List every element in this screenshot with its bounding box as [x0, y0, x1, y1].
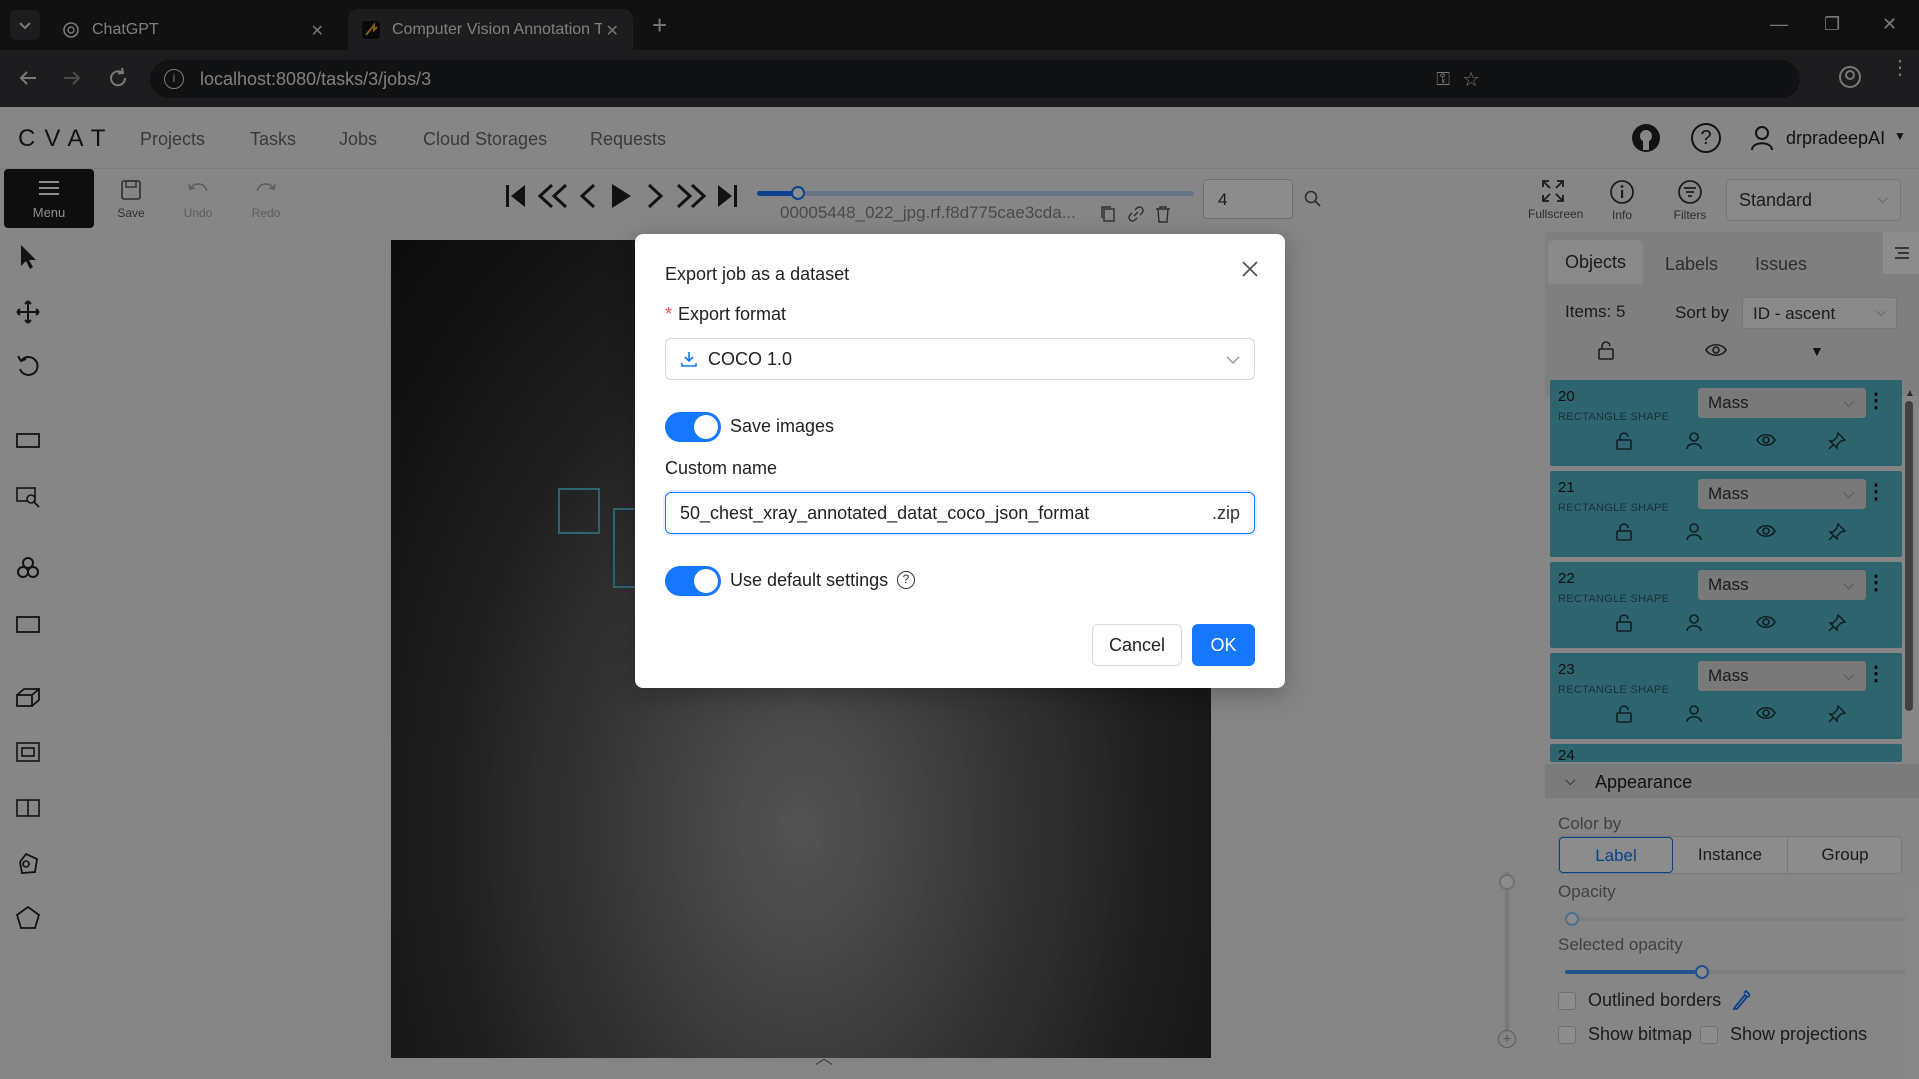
save-images-toggle[interactable]: [665, 412, 721, 442]
save-images-label: Save images: [730, 416, 835, 436]
export-format-value: COCO 1.0: [708, 348, 793, 369]
modal-title: Export job as a dataset: [665, 264, 850, 284]
required-asterisk: *: [665, 304, 673, 324]
help-circle-icon[interactable]: ?: [897, 571, 915, 589]
default-settings-label: Use default settings: [730, 570, 889, 590]
export-format-label: * Export format: [665, 304, 787, 324]
close-icon[interactable]: [1239, 258, 1261, 280]
zip-suffix: .zip: [1211, 503, 1240, 523]
export-dataset-modal: Export job as a dataset * Export format C…: [635, 234, 1285, 688]
download-icon: [681, 352, 697, 367]
custom-name-input[interactable]: [680, 493, 1200, 533]
chevron-down-icon: [1226, 356, 1240, 365]
export-format-select[interactable]: COCO 1.0: [665, 338, 1255, 380]
custom-name-label: Custom name: [665, 458, 778, 478]
ok-button[interactable]: OK: [1192, 624, 1255, 666]
default-settings-toggle[interactable]: [665, 566, 721, 596]
toggle-knob: [694, 569, 718, 593]
custom-name-field[interactable]: .zip: [665, 492, 1255, 534]
toggle-knob: [694, 415, 718, 439]
cancel-button[interactable]: Cancel: [1092, 624, 1182, 666]
